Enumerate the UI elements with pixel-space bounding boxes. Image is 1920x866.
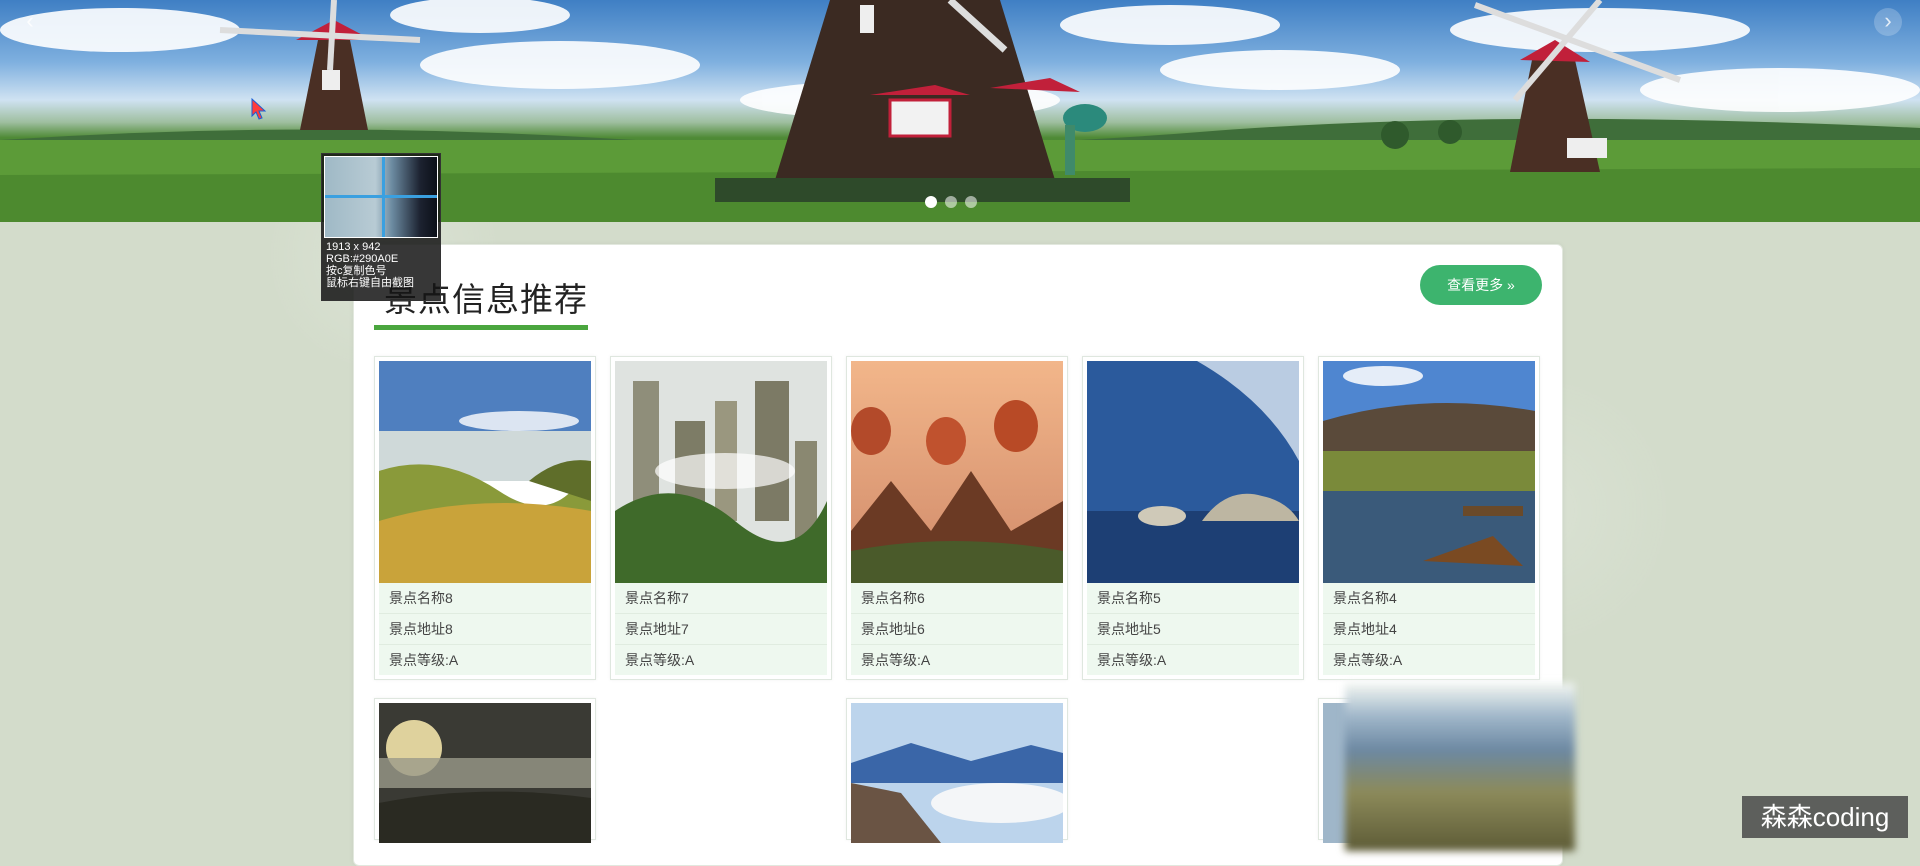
chevron-left-icon: ‹ [26, 8, 34, 33]
attraction-name: 景点名称8 [379, 583, 591, 614]
attraction-info: 景点名称5 景点地址5 景点等级:A [1087, 583, 1299, 675]
attraction-card[interactable]: 景点名称6 景点地址6 景点等级:A [846, 356, 1068, 680]
blurred-image-overlay [1345, 683, 1575, 851]
attraction-info: 景点名称7 景点地址7 景点等级:A [615, 583, 827, 675]
attraction-card[interactable]: 景点名称8 景点地址8 景点等级:A [374, 356, 596, 680]
attraction-level: 景点等级:A [1333, 652, 1403, 668]
attraction-info: 景点名称6 景点地址6 景点等级:A [851, 583, 1063, 675]
attraction-image[interactable] [851, 703, 1063, 843]
attraction-image[interactable] [1323, 361, 1535, 583]
attraction-name: 景点名称4 [1323, 583, 1535, 614]
attraction-info: 景点名称8 景点地址8 景点等级:A [379, 583, 591, 675]
attraction-info: 景点名称4 景点地址4 景点等级:A [1323, 583, 1535, 675]
attraction-name: 景点名称6 [851, 583, 1063, 614]
attraction-address: 景点地址6 [851, 614, 1063, 645]
color-picker-tooltip: 1913 x 942 RGB:#290A0E 按c复制色号 鼠标右键自由截图 [321, 153, 441, 301]
mouse-cursor-icon [251, 98, 267, 120]
attraction-image[interactable] [851, 361, 1063, 583]
picker-size: 1913 x 942 [326, 241, 381, 253]
attraction-card[interactable]: 景点名称7 景点地址7 景点等级:A [610, 356, 832, 680]
carousel-dot[interactable] [965, 196, 977, 208]
chevron-right-icon: › [1884, 8, 1892, 33]
watermark: 森森coding [1742, 796, 1908, 838]
carousel-dot[interactable] [925, 196, 937, 208]
picker-hint-copy: 按c复制色号 [326, 265, 387, 277]
magnifier-preview [324, 156, 438, 238]
carousel-dot[interactable] [945, 196, 957, 208]
attraction-level: 景点等级:A [861, 652, 931, 668]
attraction-image[interactable] [379, 703, 591, 843]
attraction-card[interactable] [374, 698, 596, 843]
carousel-prev-button[interactable]: ‹ [16, 8, 44, 36]
attraction-image[interactable] [615, 361, 827, 583]
attraction-card[interactable] [846, 698, 1068, 843]
attraction-name: 景点名称7 [615, 583, 827, 614]
hero-banner: ‹ › [0, 0, 1920, 222]
attraction-address: 景点地址4 [1323, 614, 1535, 645]
title-underline [374, 325, 588, 330]
attraction-address: 景点地址5 [1087, 614, 1299, 645]
attraction-level: 景点等级:A [625, 652, 695, 668]
attraction-image[interactable] [379, 361, 591, 583]
attraction-address: 景点地址7 [615, 614, 827, 645]
attraction-card[interactable]: 景点名称5 景点地址5 景点等级:A [1082, 356, 1304, 680]
attraction-address: 景点地址8 [379, 614, 591, 645]
picker-rgb: RGB:#290A0E [326, 253, 399, 265]
carousel-indicators [925, 196, 977, 208]
attraction-image[interactable] [1087, 361, 1299, 583]
picker-hint-screenshot: 鼠标右键自由截图 [326, 277, 414, 289]
attraction-level: 景点等级:A [1097, 652, 1167, 668]
attraction-name: 景点名称5 [1087, 583, 1299, 614]
view-more-button[interactable]: 查看更多 » [1420, 265, 1542, 305]
carousel-next-button[interactable]: › [1874, 8, 1902, 36]
attraction-card[interactable]: 景点名称4 景点地址4 景点等级:A [1318, 356, 1540, 680]
windmill-landscape-image [0, 0, 1920, 222]
attraction-level: 景点等级:A [389, 652, 459, 668]
